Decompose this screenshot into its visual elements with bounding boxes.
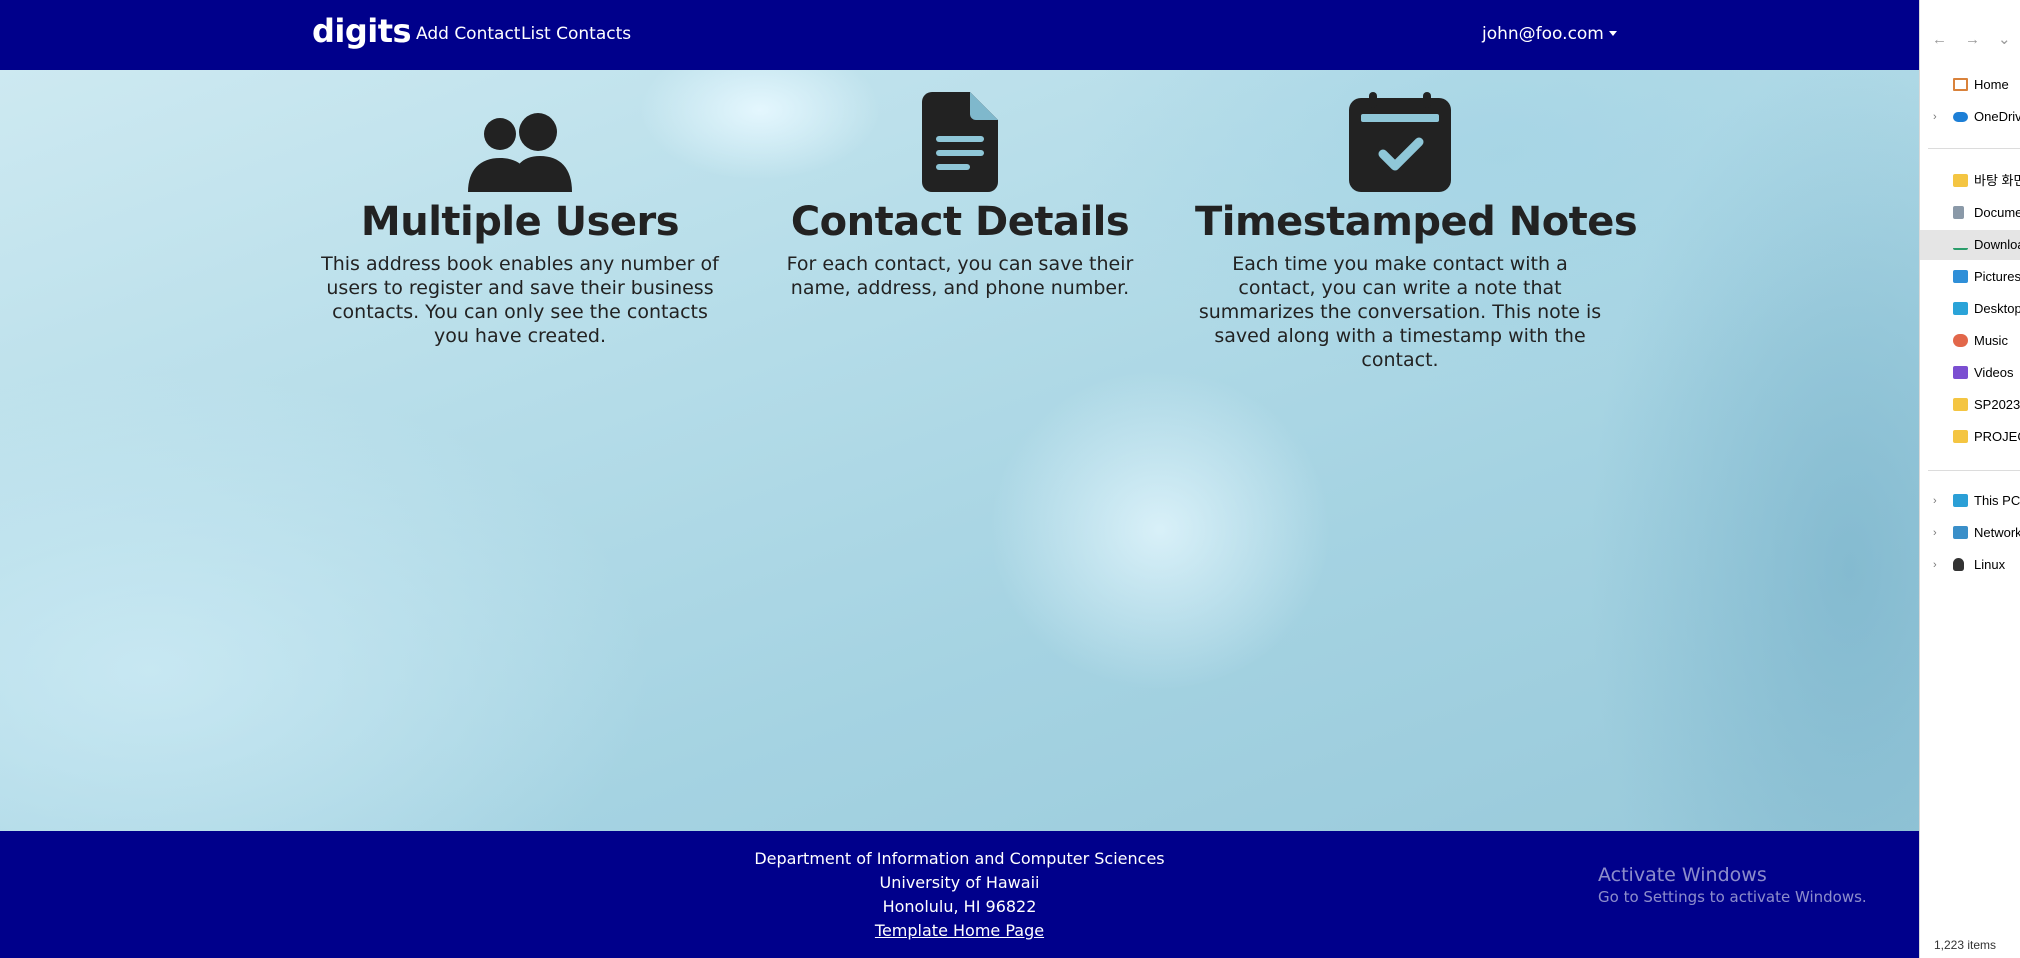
chevron-right-icon[interactable]: › bbox=[1933, 518, 1937, 548]
caret-down-icon bbox=[1608, 31, 1617, 36]
feature-title: Multiple Users bbox=[360, 199, 680, 245]
user-email: john@foo.com bbox=[1482, 24, 1604, 44]
network-icon bbox=[1953, 526, 1968, 539]
pictures-icon bbox=[1953, 270, 1968, 283]
activate-windows-watermark: Activate Windows Go to Settings to activ… bbox=[1598, 864, 1867, 906]
nav-list-contacts[interactable]: List Contacts bbox=[521, 24, 631, 44]
chevron-right-icon[interactable]: › bbox=[1933, 550, 1937, 580]
explorer-item-sp2023[interactable]: SP2023 bbox=[1920, 390, 2020, 420]
download-icon bbox=[1953, 238, 1968, 250]
explorer-item-network[interactable]: › Network bbox=[1920, 518, 2020, 548]
home-icon bbox=[1953, 78, 1968, 91]
template-home-link[interactable]: Template Home Page bbox=[875, 921, 1044, 940]
music-icon bbox=[1953, 334, 1968, 347]
navbar: digits Add Contact List Contacts john@fo… bbox=[0, 0, 1919, 70]
explorer-item-this-pc[interactable]: › This PC bbox=[1920, 486, 2020, 516]
explorer-item-music[interactable]: Music bbox=[1920, 326, 2020, 356]
feature-description: Each time you make contact with a contac… bbox=[1198, 253, 1602, 371]
explorer-item-documents[interactable]: Documents bbox=[1920, 198, 2020, 228]
feature-multiple-users: Multiple Users This address book enables… bbox=[315, 84, 725, 348]
cloud-icon bbox=[1953, 112, 1968, 122]
computer-icon bbox=[1953, 494, 1968, 507]
landing-hero: Multiple Users This address book enables… bbox=[0, 70, 1919, 831]
videos-icon bbox=[1953, 366, 1968, 379]
user-menu-dropdown[interactable]: john@foo.com bbox=[1482, 24, 1617, 44]
feature-description: This address book enables any number of … bbox=[321, 253, 719, 347]
explorer-item-desktop[interactable]: Desktop bbox=[1920, 294, 2020, 324]
calendar-check-icon bbox=[1349, 92, 1451, 192]
nav-add-contact[interactable]: Add Contact bbox=[416, 24, 520, 44]
feature-title: Contact Details bbox=[790, 199, 1130, 245]
explorer-item-pictures[interactable]: Pictures bbox=[1920, 262, 2020, 292]
explorer-item-linux[interactable]: › Linux bbox=[1920, 550, 2020, 580]
file-icon bbox=[922, 92, 998, 192]
users-icon bbox=[468, 113, 572, 192]
explorer-item-videos[interactable]: Videos bbox=[1920, 358, 2020, 388]
back-arrow-icon[interactable]: ← bbox=[1932, 31, 1947, 48]
desktop-icon bbox=[1953, 302, 1968, 315]
linux-penguin-icon bbox=[1953, 558, 1964, 571]
chevron-right-icon[interactable]: › bbox=[1933, 486, 1937, 516]
feature-timestamped-notes: Timestamped Notes Each time you make con… bbox=[1195, 84, 1638, 372]
browser-page: digits Add Contact List Contacts john@fo… bbox=[0, 0, 1919, 958]
explorer-item-desktop-ko[interactable]: 바탕 화면 bbox=[1920, 166, 2020, 196]
explorer-item-downloads[interactable]: Downloads bbox=[1920, 230, 2020, 260]
folder-icon bbox=[1953, 398, 1968, 411]
feature-description: For each contact, you can save their nam… bbox=[786, 253, 1134, 299]
folder-icon bbox=[1953, 430, 1968, 443]
file-explorer-pane: ← → ⌄ Home › OneDrive 바탕 화면 Documents Down… bbox=[1919, 0, 2020, 958]
watermark-title: Activate Windows bbox=[1598, 864, 1767, 886]
brand-logo[interactable]: digits bbox=[312, 12, 412, 50]
chevron-right-icon[interactable]: › bbox=[1933, 102, 1937, 132]
item-count-status: 1,223 items bbox=[1934, 938, 1997, 952]
explorer-nav-buttons: ← → ⌄ bbox=[1932, 30, 2020, 48]
explorer-item-project[interactable]: PROJECT bbox=[1920, 422, 2020, 452]
feature-contact-details: Contact Details For each contact, you ca… bbox=[755, 84, 1165, 300]
divider bbox=[1928, 470, 2020, 471]
explorer-item-onedrive[interactable]: › OneDrive bbox=[1920, 102, 2020, 132]
feature-title: Timestamped Notes bbox=[1195, 199, 1638, 245]
divider bbox=[1928, 148, 2020, 149]
folder-icon bbox=[1953, 174, 1968, 187]
watermark-subtitle: Go to Settings to activate Windows. bbox=[1598, 888, 1867, 906]
chevron-down-icon[interactable]: ⌄ bbox=[1998, 31, 2011, 48]
document-icon bbox=[1953, 206, 1964, 219]
forward-arrow-icon[interactable]: → bbox=[1965, 31, 1980, 48]
explorer-item-home[interactable]: Home bbox=[1920, 70, 2020, 100]
